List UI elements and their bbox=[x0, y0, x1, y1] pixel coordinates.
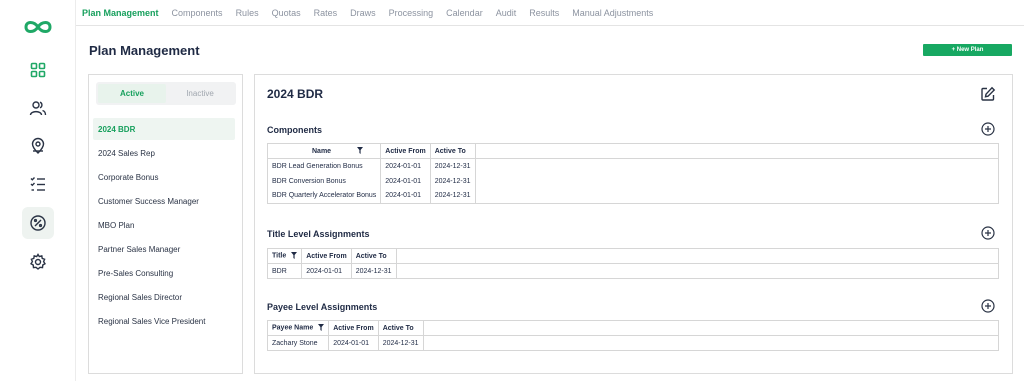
components-section-title: Components bbox=[267, 125, 322, 135]
sidebar bbox=[0, 0, 76, 381]
toggle-inactive[interactable]: Inactive bbox=[166, 84, 234, 103]
plan-item-regional-sales-vice-president[interactable]: Regional Sales Vice President bbox=[93, 310, 235, 332]
cell-active-from: 2024-01-01 bbox=[380, 158, 431, 174]
top-navigation: Plan Management Components Rules Quotas … bbox=[76, 0, 1024, 26]
checklist-icon[interactable] bbox=[24, 170, 52, 198]
tab-processing[interactable]: Processing bbox=[389, 8, 434, 18]
add-title-assignment-icon[interactable] bbox=[981, 226, 995, 240]
dashboard-grid-icon[interactable] bbox=[24, 56, 52, 84]
plan-item-customer-success-manager[interactable]: Customer Success Manager bbox=[93, 190, 235, 212]
cell-active-to: 2024-12-31 bbox=[430, 158, 476, 174]
plan-list-panel: Active Inactive 2024 BDR 2024 Sales Rep … bbox=[88, 74, 243, 374]
table-header-row: Name Active From Active To bbox=[267, 143, 999, 159]
column-header-active-to[interactable]: Active To bbox=[378, 320, 424, 336]
plan-detail-title: 2024 BDR bbox=[267, 87, 324, 101]
filter-icon[interactable] bbox=[318, 324, 325, 332]
cell-active-to: 2024-12-31 bbox=[351, 263, 397, 279]
table-row[interactable]: BDR Conversion Bonus 2024-01-01 2024-12-… bbox=[267, 173, 999, 189]
table-row[interactable]: BDR 2024-01-01 2024-12-31 bbox=[267, 263, 999, 279]
plan-item-pre-sales-consulting[interactable]: Pre-Sales Consulting bbox=[93, 262, 235, 284]
percent-icon[interactable] bbox=[22, 207, 54, 239]
new-plan-button[interactable]: + New Plan bbox=[923, 44, 1012, 56]
column-header-name[interactable]: Name bbox=[267, 143, 382, 159]
location-pin-icon[interactable] bbox=[24, 132, 52, 160]
table-row[interactable]: BDR Lead Generation Bonus 2024-01-01 202… bbox=[267, 158, 999, 174]
tab-calendar[interactable]: Calendar bbox=[446, 8, 483, 18]
title-assignments-section-title: Title Level Assignments bbox=[267, 229, 370, 239]
infinity-logo-icon[interactable] bbox=[22, 17, 54, 37]
column-header-payee-name[interactable]: Payee Name bbox=[267, 320, 330, 336]
add-component-icon[interactable] bbox=[981, 122, 995, 136]
table-row[interactable]: BDR Quarterly Accelerator Bonus 2024-01-… bbox=[267, 188, 999, 204]
cell-name: BDR Lead Generation Bonus bbox=[267, 158, 382, 174]
cell-name: BDR Conversion Bonus bbox=[267, 173, 382, 189]
title-assignments-table: Title Active From Active To BDR 2024-01-… bbox=[267, 248, 999, 279]
gear-icon[interactable] bbox=[24, 248, 52, 276]
tab-rates[interactable]: Rates bbox=[314, 8, 338, 18]
column-header-active-from[interactable]: Active From bbox=[301, 248, 352, 264]
payee-assignments-section-title: Payee Level Assignments bbox=[267, 302, 378, 312]
status-toggle: Active Inactive bbox=[96, 82, 236, 105]
tab-quotas[interactable]: Quotas bbox=[272, 8, 301, 18]
table-row[interactable]: Zachary Stone 2024-01-01 2024-12-31 bbox=[267, 335, 999, 351]
tab-plan-management[interactable]: Plan Management bbox=[82, 8, 159, 18]
tab-rules[interactable]: Rules bbox=[236, 8, 259, 18]
tab-components[interactable]: Components bbox=[172, 8, 223, 18]
plan-item-corporate-bonus[interactable]: Corporate Bonus bbox=[93, 166, 235, 188]
tab-manual-adjustments[interactable]: Manual Adjustments bbox=[572, 8, 653, 18]
edit-icon[interactable] bbox=[980, 86, 996, 102]
filter-icon[interactable] bbox=[291, 252, 298, 260]
cell-active-from: 2024-01-01 bbox=[328, 335, 379, 351]
plan-item-2024-sales-rep[interactable]: 2024 Sales Rep bbox=[93, 142, 235, 164]
add-payee-assignment-icon[interactable] bbox=[981, 299, 995, 313]
cell-active-from: 2024-01-01 bbox=[380, 188, 431, 204]
column-header-active-from[interactable]: Active From bbox=[328, 320, 379, 336]
cell-active-from: 2024-01-01 bbox=[380, 173, 431, 189]
cell-active-to: 2024-12-31 bbox=[430, 188, 476, 204]
cell-active-to: 2024-12-31 bbox=[378, 335, 424, 351]
cell-active-from: 2024-01-01 bbox=[301, 263, 352, 279]
users-icon[interactable] bbox=[24, 94, 52, 122]
toggle-active[interactable]: Active bbox=[98, 84, 166, 103]
components-table: Name Active From Active To BDR Lead Gene… bbox=[267, 143, 999, 204]
plan-item-mbo-plan[interactable]: MBO Plan bbox=[93, 214, 235, 236]
payee-assignments-table: Payee Name Active From Active To Zachary… bbox=[267, 320, 999, 351]
column-header-active-to[interactable]: Active To bbox=[430, 143, 476, 159]
cell-name: BDR Quarterly Accelerator Bonus bbox=[267, 188, 382, 204]
page-title: Plan Management bbox=[89, 43, 200, 58]
plan-item-regional-sales-director[interactable]: Regional Sales Director bbox=[93, 286, 235, 308]
table-header-row: Payee Name Active From Active To bbox=[267, 320, 999, 336]
tab-audit[interactable]: Audit bbox=[496, 8, 517, 18]
plan-item-partner-sales-manager[interactable]: Partner Sales Manager bbox=[93, 238, 235, 260]
cell-active-to: 2024-12-31 bbox=[430, 173, 476, 189]
column-header-active-from[interactable]: Active From bbox=[380, 143, 431, 159]
column-header-title[interactable]: Title bbox=[267, 248, 303, 264]
tab-draws[interactable]: Draws bbox=[350, 8, 376, 18]
cell-title: BDR bbox=[267, 263, 303, 279]
table-header-row: Title Active From Active To bbox=[267, 248, 999, 264]
plan-detail-panel: 2024 BDR Components Name Active From Act… bbox=[254, 74, 1013, 374]
tab-results[interactable]: Results bbox=[529, 8, 559, 18]
cell-payee-name: Zachary Stone bbox=[267, 335, 330, 351]
plan-item-2024-bdr[interactable]: 2024 BDR bbox=[93, 118, 235, 140]
column-header-active-to[interactable]: Active To bbox=[351, 248, 397, 264]
filter-icon[interactable] bbox=[357, 147, 364, 155]
